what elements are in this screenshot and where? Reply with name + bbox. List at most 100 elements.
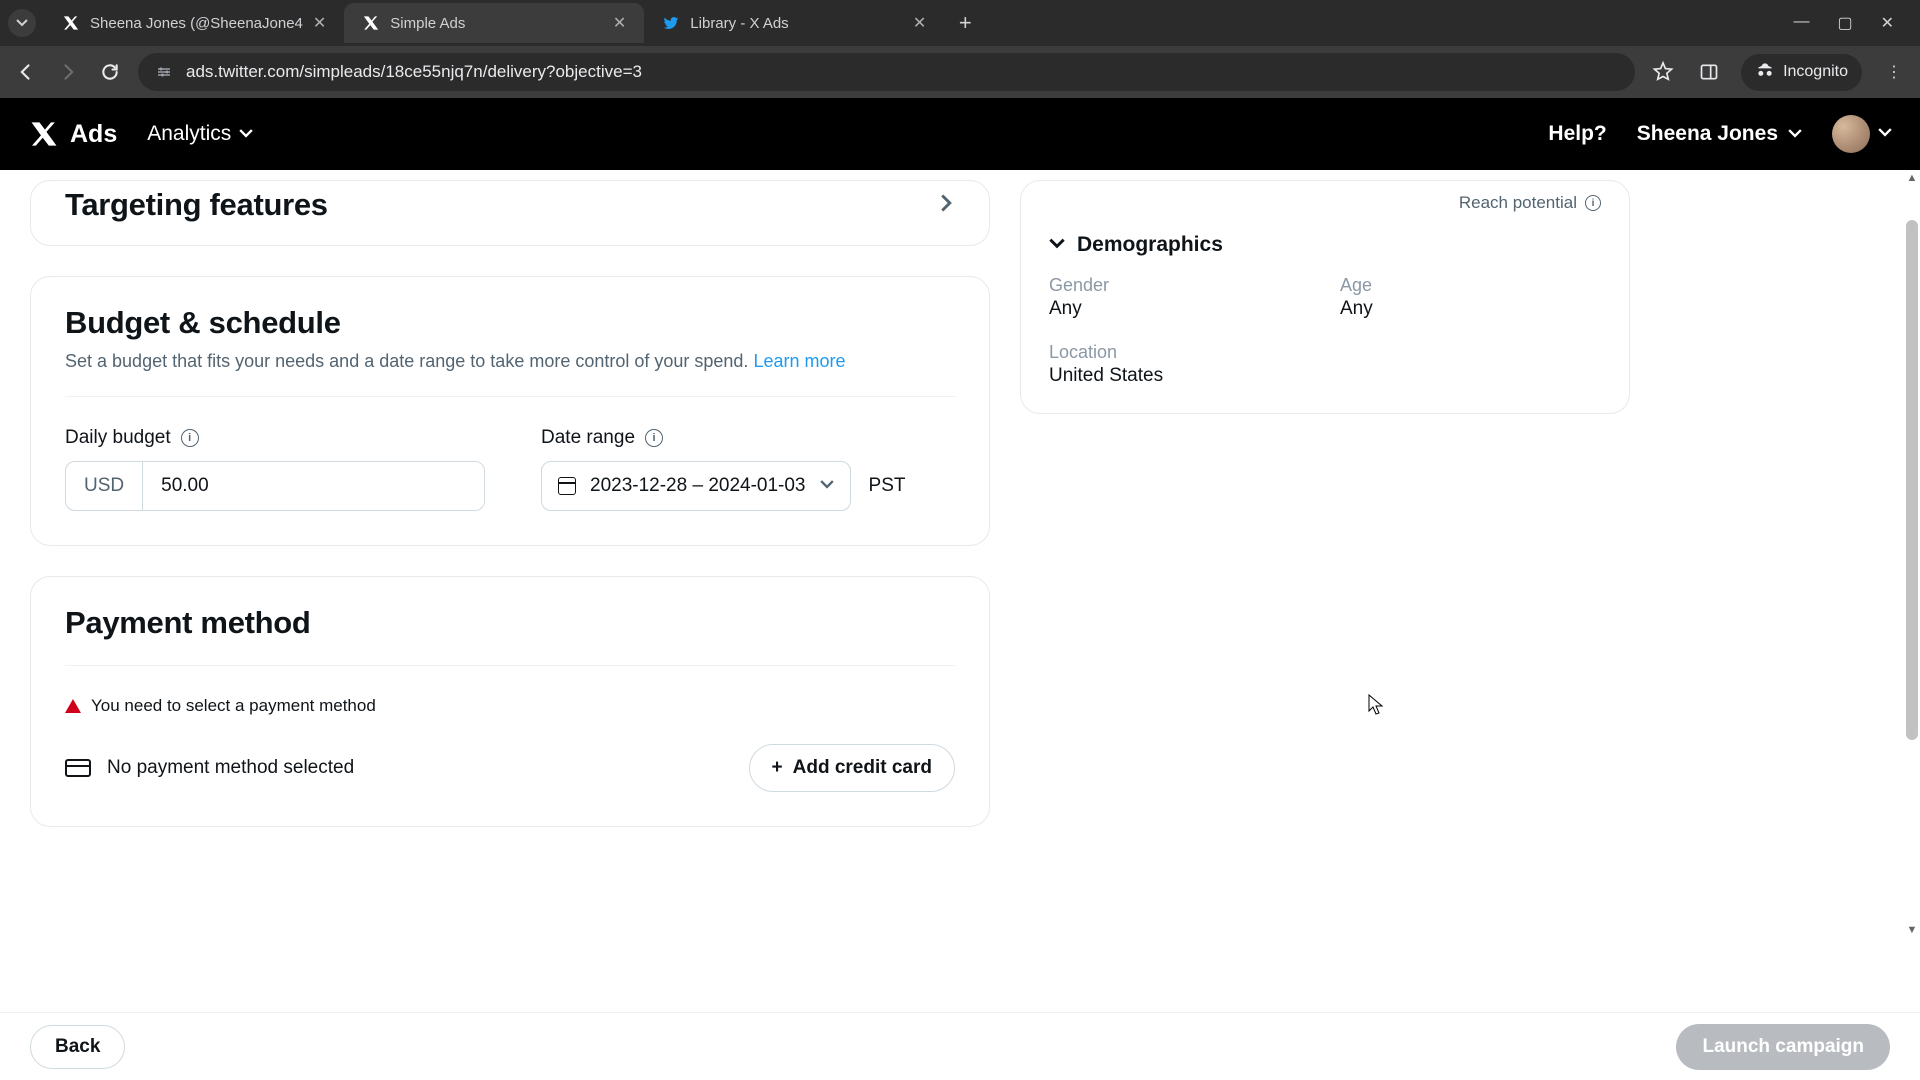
incognito-icon — [1755, 60, 1775, 85]
info-icon[interactable]: i — [645, 429, 663, 447]
browser-tab-title: Library - X Ads — [690, 15, 903, 32]
x-favicon-icon — [62, 14, 80, 32]
product-name: Ads — [70, 120, 117, 149]
gender-value: Any — [1049, 298, 1310, 320]
budget-subtitle-text: Set a budget that fits your needs and a … — [65, 351, 753, 371]
gender-field: Gender Any — [1049, 275, 1310, 320]
add-credit-card-button[interactable]: + Add credit card — [749, 744, 955, 792]
app-right: Help? Sheena Jones — [1548, 115, 1892, 153]
browser-chrome: Sheena Jones (@SheenaJone4 ✕ Simple Ads … — [0, 0, 1920, 98]
gender-label: Gender — [1049, 275, 1310, 296]
avatar — [1832, 115, 1870, 153]
date-range-group: Date range i 2023-12-28 – 2024-01-03 PST — [541, 427, 955, 511]
age-label: Age — [1340, 275, 1601, 296]
tabs-dropdown-button[interactable] — [8, 9, 36, 37]
daily-budget-input[interactable]: USD — [65, 461, 485, 511]
divider — [65, 396, 955, 397]
address-bar[interactable]: ads.twitter.com/simpleads/18ce55njq7n/de… — [138, 53, 1635, 91]
daily-budget-label: Daily budget — [65, 427, 171, 449]
chrome-menu-button[interactable]: ⋮ — [1880, 58, 1908, 86]
demographics-toggle[interactable]: Demographics — [1049, 233, 1601, 257]
payment-card: Payment method You need to select a paym… — [30, 576, 990, 827]
bookmark-button[interactable] — [1649, 58, 1677, 86]
chevron-down-icon — [1049, 235, 1065, 256]
window-controls: — ▢ ✕ — [1793, 13, 1912, 33]
x-logo-icon — [28, 118, 60, 150]
chevron-down-icon — [1788, 122, 1802, 146]
x-favicon-icon — [362, 14, 380, 32]
browser-tab-1[interactable]: Simple Ads ✕ — [344, 3, 644, 43]
payment-method-row: No payment method selected + Add credit … — [65, 744, 955, 792]
payment-alert: You need to select a payment method — [65, 696, 955, 716]
new-tab-button[interactable]: + — [948, 6, 982, 40]
learn-more-link[interactable]: Learn more — [753, 351, 845, 371]
app-logo[interactable]: Ads — [28, 118, 117, 150]
close-tab-icon[interactable]: ✕ — [913, 13, 926, 33]
account-switcher[interactable] — [1832, 115, 1892, 153]
credit-card-icon — [65, 759, 91, 777]
toolbar-actions: Incognito ⋮ — [1649, 54, 1908, 91]
back-button[interactable]: Back — [30, 1025, 125, 1069]
warning-icon — [65, 699, 81, 713]
daily-budget-group: Daily budget i USD — [65, 427, 485, 511]
browser-tab-title: Simple Ads — [390, 15, 603, 32]
nav-analytics[interactable]: Analytics — [147, 122, 253, 146]
daily-budget-field[interactable] — [143, 462, 484, 510]
footer-bar: Back Launch campaign — [0, 1012, 1920, 1080]
close-window-button[interactable]: ✕ — [1881, 13, 1894, 33]
payment-alert-text: You need to select a payment method — [91, 696, 376, 716]
chevron-down-icon — [1878, 125, 1892, 144]
scroll-up-button[interactable]: ▲ — [1904, 170, 1920, 186]
back-button[interactable] — [12, 58, 40, 86]
scrollbar-thumb[interactable] — [1906, 220, 1918, 740]
currency-prefix: USD — [66, 462, 143, 510]
side-column: Reach potential i Demographics Gender An… — [1020, 180, 1630, 992]
timezone-label: PST — [869, 475, 906, 497]
help-link[interactable]: Help? — [1548, 122, 1606, 146]
side-panel-button[interactable] — [1695, 58, 1723, 86]
budget-title: Budget & schedule — [65, 305, 341, 341]
main-column: Targeting features Budget & schedule Set… — [30, 180, 990, 992]
user-menu[interactable]: Sheena Jones — [1637, 122, 1802, 146]
app-nav: Analytics — [147, 122, 253, 146]
age-field: Age Any — [1340, 275, 1601, 320]
info-icon[interactable]: i — [1585, 195, 1601, 211]
browser-tab-0[interactable]: Sheena Jones (@SheenaJone4 ✕ — [44, 3, 344, 43]
user-name: Sheena Jones — [1637, 122, 1778, 146]
demographics-title: Demographics — [1077, 233, 1223, 257]
add-card-label: Add credit card — [793, 757, 932, 779]
divider — [65, 665, 955, 666]
browser-toolbar: ads.twitter.com/simpleads/18ce55njq7n/de… — [0, 46, 1920, 98]
page-body: Targeting features Budget & schedule Set… — [0, 170, 1920, 1012]
scroll-down-button[interactable]: ▼ — [1904, 922, 1920, 938]
minimize-button[interactable]: — — [1793, 13, 1809, 33]
site-settings-icon[interactable] — [154, 62, 174, 82]
browser-tab-title: Sheena Jones (@SheenaJone4 — [90, 15, 303, 32]
browser-tab-2[interactable]: Library - X Ads ✕ — [644, 3, 944, 43]
no-payment-text: No payment method selected — [107, 757, 354, 779]
calendar-icon — [558, 477, 576, 495]
date-range-select[interactable]: 2023-12-28 – 2024-01-03 — [541, 461, 851, 511]
chevron-down-icon — [239, 122, 253, 146]
info-icon[interactable]: i — [181, 429, 199, 447]
incognito-chip[interactable]: Incognito — [1741, 54, 1862, 91]
reload-button[interactable] — [96, 58, 124, 86]
budget-card: Budget & schedule Set a budget that fits… — [30, 276, 990, 546]
app-bar: Ads Analytics Help? Sheena Jones — [0, 98, 1920, 170]
chevron-right-icon[interactable] — [937, 194, 955, 217]
demographics-grid: Gender Any Age Any Location United State… — [1049, 275, 1601, 387]
location-field: Location United States — [1049, 342, 1601, 387]
chevron-down-icon — [820, 475, 834, 497]
forward-button[interactable] — [54, 58, 82, 86]
plus-icon: + — [772, 757, 783, 779]
close-tab-icon[interactable]: ✕ — [313, 13, 326, 33]
launch-campaign-button[interactable]: Launch campaign — [1676, 1024, 1890, 1070]
incognito-label: Incognito — [1783, 63, 1848, 81]
nav-analytics-label: Analytics — [147, 122, 231, 146]
payment-title: Payment method — [65, 605, 311, 640]
close-tab-icon[interactable]: ✕ — [613, 13, 626, 33]
tab-strip: Sheena Jones (@SheenaJone4 ✕ Simple Ads … — [0, 0, 1920, 46]
date-range-label: Date range — [541, 427, 635, 449]
date-range-value: 2023-12-28 – 2024-01-03 — [590, 475, 806, 497]
maximize-button[interactable]: ▢ — [1837, 13, 1852, 33]
